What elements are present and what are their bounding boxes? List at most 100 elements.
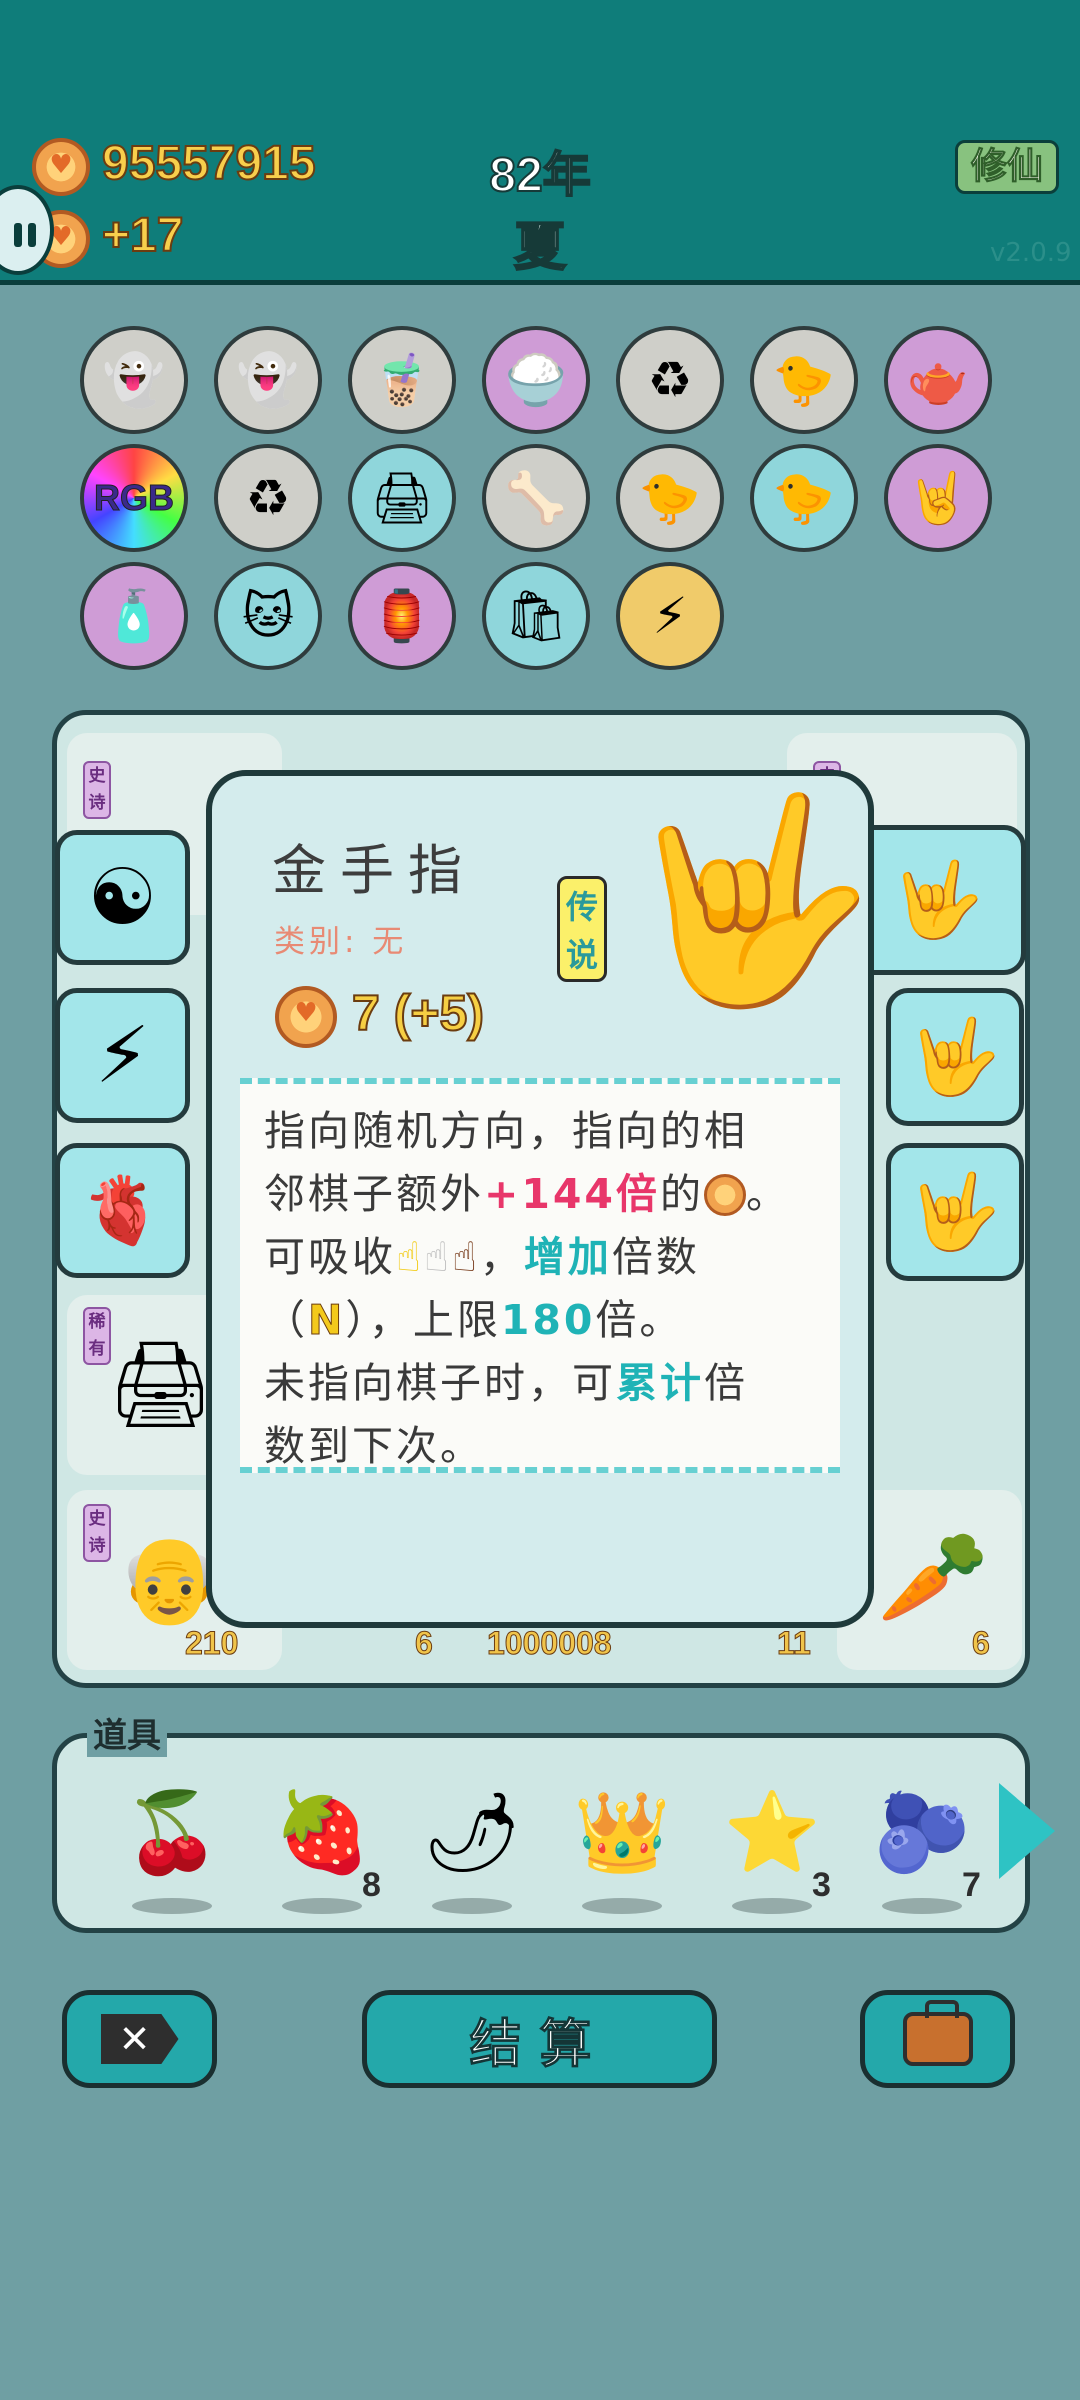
desc-text: 未指向棋子时，可 bbox=[264, 1359, 616, 1407]
chili-icon[interactable]: 🌶 bbox=[417, 1778, 527, 1888]
white-hand-icon: ☝ bbox=[423, 1233, 452, 1281]
desc-text: 倍。 bbox=[595, 1296, 684, 1344]
desc-text: （ bbox=[264, 1296, 308, 1344]
liver-button[interactable]: 🫀 bbox=[55, 1143, 190, 1278]
desc-line: 未指向棋子时，可累计倍 bbox=[264, 1352, 816, 1415]
cell-count: 11 bbox=[777, 1625, 812, 1662]
blueberry-icon[interactable]: 🫐 bbox=[867, 1778, 977, 1888]
crown-icon[interactable]: 👑 bbox=[567, 1778, 677, 1888]
close-button[interactable]: ✕ bbox=[62, 1990, 217, 2088]
prop-shadow bbox=[132, 1898, 212, 1914]
coin-icon bbox=[703, 1174, 746, 1216]
printer-icon: 🖨 bbox=[107, 1335, 214, 1433]
yin-yang-button[interactable]: ☯ bbox=[55, 830, 190, 965]
bag-button[interactable] bbox=[860, 1990, 1015, 2088]
prop-shadow bbox=[732, 1898, 812, 1914]
cell-count: 1000008 bbox=[487, 1625, 613, 1662]
cell-count: 6 bbox=[415, 1625, 434, 1662]
ghost-icon[interactable]: 👻 bbox=[80, 326, 188, 434]
coin-icon bbox=[32, 138, 90, 196]
prop-count: 7 bbox=[962, 1866, 981, 1904]
desc-line: 邻棋子额外+144倍的。 bbox=[264, 1163, 816, 1226]
desc-text: 倍 bbox=[704, 1359, 748, 1407]
bubble-tea-icon[interactable]: 🧋 bbox=[348, 326, 456, 434]
version-label: v2.0.9 bbox=[990, 238, 1072, 268]
rarity-badge: 传说 bbox=[557, 876, 607, 982]
settle-button[interactable]: 结算 bbox=[362, 1990, 717, 2088]
prop-count: 3 bbox=[812, 1866, 831, 1904]
money-value: 95557915 bbox=[101, 136, 317, 191]
coin-icon bbox=[275, 986, 337, 1048]
star-icon[interactable]: ⭐ bbox=[717, 1778, 827, 1888]
lychee-icon[interactable]: 🍒 bbox=[117, 1778, 227, 1888]
desc-text: 邻棋子额外 bbox=[264, 1170, 484, 1218]
cat-icon[interactable]: 🐱 bbox=[214, 562, 322, 670]
printer-icon[interactable]: 🖨 bbox=[348, 444, 456, 552]
ghost-lamp-icon[interactable]: 🏮 bbox=[348, 562, 456, 670]
props-label: 道具 bbox=[87, 1708, 167, 1757]
prop-shadow bbox=[432, 1898, 512, 1914]
brown-hand-button[interactable]: 🤟 bbox=[886, 1143, 1024, 1281]
sack-icon[interactable]: 🛍 bbox=[482, 562, 590, 670]
multiplier-text: +144倍 bbox=[484, 1170, 660, 1218]
desc-text: 。 bbox=[745, 1170, 790, 1218]
lightning-icon[interactable]: ⚡ bbox=[616, 562, 724, 670]
top-bar: 95557915 +17 82年 夏 修仙 v2.0.9 bbox=[0, 0, 1080, 285]
chick-egg-icon[interactable]: 🐤 bbox=[750, 444, 858, 552]
rarity-tag: 史诗 bbox=[83, 761, 111, 819]
pet-food-icon[interactable]: 🦴 bbox=[482, 444, 590, 552]
desc-line: （N），上限180倍。 bbox=[264, 1289, 816, 1352]
recycle-icon[interactable]: ♻ bbox=[214, 444, 322, 552]
highlight-text: 增加 bbox=[523, 1233, 612, 1281]
desc-text: 倍数 bbox=[611, 1233, 700, 1281]
desc-text: ， bbox=[479, 1233, 524, 1281]
desc-line: 可吸收☝☝☝，增加倍数 bbox=[264, 1226, 816, 1289]
props-panel: 道具 🍒 🍓 8 🌶 👑 ⭐ 3 🫐 7 bbox=[52, 1708, 1055, 1933]
prop-shadow bbox=[582, 1898, 662, 1914]
desc-text: 可吸收 bbox=[264, 1233, 396, 1281]
rgb-label: RGB bbox=[94, 477, 175, 518]
item-detail-popup: 金手指 类别: 无 传说 🤟 7 (+5) 指向随机方向，指向的相 邻棋子额外+… bbox=[206, 770, 877, 1628]
prop-shadow bbox=[882, 1898, 962, 1914]
golden-finger-icon: 🤟 bbox=[627, 784, 877, 1017]
popup-category: 类别: 无 bbox=[274, 924, 408, 960]
yellow-hand-icon: ☝ bbox=[396, 1233, 424, 1281]
n-symbol: N bbox=[307, 1296, 346, 1345]
brown-hand-icon: ☝ bbox=[451, 1233, 480, 1281]
chick-egg-icon[interactable]: 🐤 bbox=[616, 444, 724, 552]
rarity-tag: 史诗 bbox=[83, 1504, 111, 1562]
prop-count: 8 bbox=[362, 1866, 381, 1904]
lightning-button[interactable]: ⚡ bbox=[55, 988, 190, 1123]
briefcase-icon bbox=[902, 2000, 973, 2066]
limit-value: 180 bbox=[500, 1296, 596, 1344]
desc-line: 指向随机方向，指向的相 bbox=[264, 1107, 748, 1155]
next-arrow-icon[interactable] bbox=[999, 1783, 1055, 1879]
rice-bowl-icon[interactable]: 🍚 bbox=[482, 326, 590, 434]
rgb-icon[interactable]: RGB bbox=[80, 444, 188, 552]
desc-text: 的 bbox=[659, 1170, 704, 1218]
carrot-icon: 🥕 bbox=[877, 1525, 990, 1630]
rock-hand-icon[interactable]: 🤘 bbox=[884, 444, 992, 552]
close-icon: ✕ bbox=[100, 2014, 179, 2064]
income-value: +17 bbox=[101, 208, 184, 263]
prop-shadow bbox=[282, 1898, 362, 1914]
white-hand-button[interactable]: 🤟 bbox=[886, 988, 1024, 1126]
desc-text: ），上限 bbox=[345, 1296, 501, 1344]
desc-line: 数到下次。 bbox=[264, 1422, 484, 1470]
spray-bottle-icon[interactable]: 🧴 bbox=[80, 562, 188, 670]
ghost-icon[interactable]: 👻 bbox=[214, 326, 322, 434]
season-label: 夏 bbox=[513, 218, 567, 278]
popup-description: 指向随机方向，指向的相 邻棋子额外+144倍的。 可吸收☝☝☝，增加倍数 （N）… bbox=[240, 1078, 840, 1473]
cultivation-button[interactable]: 修仙 bbox=[955, 140, 1059, 194]
yellow-hand-button[interactable]: 🤟 bbox=[850, 825, 1026, 975]
cell-count: 210 bbox=[184, 1625, 239, 1662]
chick-egg-icon[interactable]: 🐤 bbox=[750, 326, 858, 434]
popup-value: 7 (+5) bbox=[351, 984, 485, 1042]
year-label: 82年 bbox=[488, 148, 591, 203]
gravy-boat-icon[interactable]: 🫖 bbox=[884, 326, 992, 434]
highlight-text: 累计 bbox=[616, 1359, 704, 1407]
strawberry-icon[interactable]: 🍓 bbox=[267, 1778, 377, 1888]
cell-count: 6 bbox=[972, 1625, 991, 1662]
recycle-icon[interactable]: ♻ bbox=[616, 326, 724, 434]
popup-title: 金手指 bbox=[272, 839, 476, 902]
